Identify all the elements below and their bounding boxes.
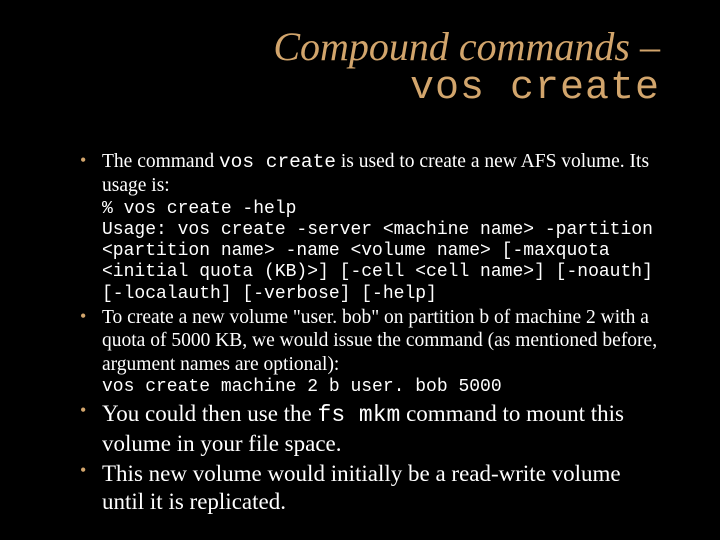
bullet-3-pre: You could then use the	[102, 401, 318, 426]
bullet-list: The command vos create is used to create…	[50, 150, 680, 516]
bullet-1-cmd: vos create	[219, 151, 336, 173]
bullet-2-text: To create a new volume "user. bob" on pa…	[102, 307, 657, 375]
bullet-3-cmd: fs mkm	[318, 402, 401, 428]
title-line-2: vos create	[50, 68, 660, 110]
slide-title: Compound commands – vos create	[50, 26, 680, 110]
bullet-1-code: % vos create -help Usage: vos create -se…	[102, 199, 660, 305]
bullet-2-code: vos create machine 2 b user. bob 5000	[102, 377, 660, 398]
bullet-3: You could then use the fs mkm command to…	[80, 400, 660, 458]
bullet-4: This new volume would initially be a rea…	[80, 460, 660, 517]
bullet-1-pre: The command	[102, 151, 219, 172]
bullet-2: To create a new volume "user. bob" on pa…	[80, 306, 660, 398]
slide: Compound commands – vos create The comma…	[0, 0, 720, 540]
bullet-4-text: This new volume would initially be a rea…	[102, 461, 621, 514]
bullet-1: The command vos create is used to create…	[80, 150, 660, 305]
title-line-1: Compound commands –	[50, 26, 660, 68]
